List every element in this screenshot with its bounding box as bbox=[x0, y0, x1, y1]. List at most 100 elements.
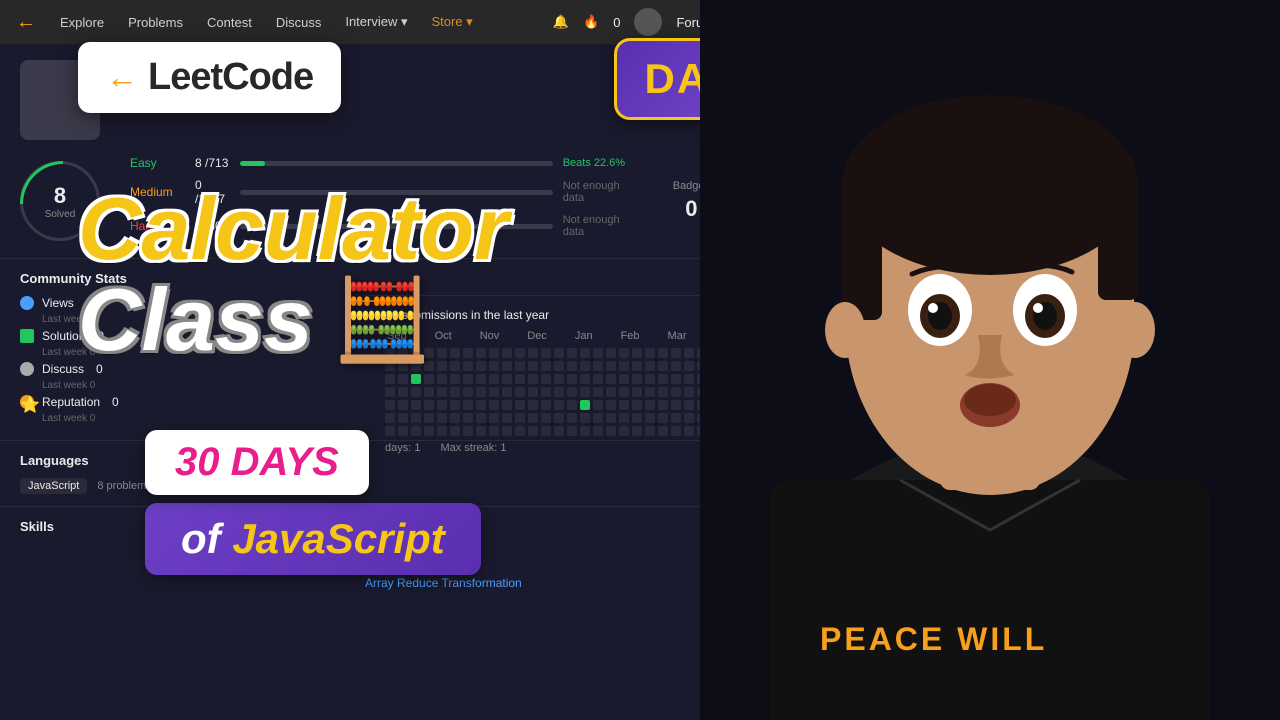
top-nav: ← Explore Problems Contest Discuss Inter… bbox=[0, 0, 730, 44]
heatmap-cell bbox=[541, 348, 551, 358]
heatmap-cell bbox=[476, 387, 486, 397]
heatmap-cell bbox=[593, 348, 603, 358]
heatmap-cell bbox=[385, 361, 395, 371]
heatmap-cell bbox=[541, 400, 551, 410]
heatmap-cell bbox=[567, 348, 577, 358]
heatmap-cell bbox=[632, 348, 642, 358]
heatmap-cell bbox=[398, 361, 408, 371]
nav-store[interactable]: Store ▾ bbox=[431, 14, 472, 30]
heatmap-cell bbox=[424, 426, 434, 436]
month-mar: Mar bbox=[668, 330, 687, 342]
diff-easy-beats: Beats 22.6% bbox=[563, 157, 643, 169]
month-dec: Dec bbox=[527, 330, 547, 342]
heatmap-cell bbox=[554, 361, 564, 371]
heatmap-cell bbox=[463, 387, 473, 397]
heatmap-cell bbox=[606, 387, 616, 397]
heatmap-cell bbox=[528, 426, 538, 436]
heatmap-col bbox=[450, 348, 460, 436]
stat-reputation-value: 0 bbox=[112, 395, 119, 409]
lang-js-tag: JavaScript bbox=[20, 478, 87, 494]
heatmap-cell bbox=[684, 426, 694, 436]
heatmap-cell bbox=[476, 413, 486, 423]
heatmap-cell bbox=[632, 361, 642, 371]
person-overlay: PEACE WILL bbox=[700, 0, 1280, 720]
nav-contest[interactable]: Contest bbox=[207, 15, 252, 30]
heatmap-cell bbox=[450, 374, 460, 384]
recent-problem-area: Array Reduce Transformation bbox=[365, 574, 522, 592]
recent-problem-title[interactable]: Array Reduce Transformation bbox=[365, 576, 522, 590]
heatmap-grid bbox=[385, 348, 700, 436]
heatmap-cell bbox=[645, 413, 655, 423]
diff-medium-nodata: Not enough data bbox=[563, 180, 643, 204]
heatmap-cell bbox=[658, 413, 668, 423]
solved-label: Solved bbox=[45, 209, 76, 220]
stats-area: 8 Solved Easy 8 /713 Beats 22.6% Medium … bbox=[0, 156, 730, 258]
heatmap-col bbox=[411, 348, 421, 436]
heatmap-cell bbox=[450, 400, 460, 410]
heatmap-cell bbox=[411, 348, 421, 358]
heatmap-cell bbox=[398, 426, 408, 436]
heatmap-cell bbox=[489, 426, 499, 436]
diff-easy-count: 8 /713 bbox=[195, 156, 230, 170]
bell-icon[interactable]: 🔔 bbox=[553, 14, 569, 30]
svg-text:PEACE WILL: PEACE WILL bbox=[820, 621, 1047, 657]
heatmap-cell bbox=[580, 361, 590, 371]
heatmap-cell bbox=[385, 400, 395, 410]
heatmap-cell bbox=[424, 400, 434, 410]
heatmap-col bbox=[684, 348, 694, 436]
heatmap-cell bbox=[632, 413, 642, 423]
tab-solutions[interactable]: Solutions bbox=[365, 522, 418, 551]
heatmap-cell bbox=[541, 413, 551, 423]
heatmap-cell bbox=[515, 387, 525, 397]
heatmap-cell bbox=[632, 387, 642, 397]
heatmap-cell bbox=[502, 361, 512, 371]
heatmap-cell bbox=[645, 374, 655, 384]
heatmap-cell bbox=[554, 348, 564, 358]
nav-explore[interactable]: Explore bbox=[60, 15, 104, 30]
nav-logo-icon[interactable]: ← bbox=[16, 11, 36, 34]
heatmap-cell bbox=[554, 374, 564, 384]
nav-discuss[interactable]: Discuss bbox=[276, 15, 322, 30]
heatmap-cell bbox=[515, 374, 525, 384]
heatmap-cell bbox=[593, 413, 603, 423]
heatmap-cell bbox=[411, 374, 421, 384]
heatmap-cell bbox=[645, 400, 655, 410]
edit-profile-button[interactable]: Edit Profile bbox=[120, 81, 199, 103]
stat-views-name: Views bbox=[42, 296, 74, 310]
heatmap-cell bbox=[658, 374, 668, 384]
heatmap-cell bbox=[606, 400, 616, 410]
heatmap-cell bbox=[489, 361, 499, 371]
heatmap-cell bbox=[528, 413, 538, 423]
heatmap-cell bbox=[580, 348, 590, 358]
heatmap-col bbox=[385, 348, 395, 436]
heatmap-cell bbox=[658, 348, 668, 358]
heatmap-cell bbox=[398, 348, 408, 358]
nav-interview[interactable]: Interview ▾ bbox=[345, 14, 407, 30]
heatmap-cell bbox=[502, 413, 512, 423]
diff-medium-bar-bg bbox=[240, 190, 553, 195]
solved-number: 8 bbox=[54, 183, 66, 209]
diff-easy-row: Easy 8 /713 Beats 22.6% bbox=[130, 156, 643, 170]
heatmap-cell bbox=[476, 400, 486, 410]
diff-medium-label: Medium bbox=[130, 185, 185, 199]
heatmap-cell bbox=[658, 426, 668, 436]
heatmap-area: 16 submissions in the last year Sep Oct … bbox=[365, 295, 720, 466]
nav-problems[interactable]: Problems bbox=[128, 15, 183, 30]
stat-discuss-name: Discuss bbox=[42, 362, 84, 376]
heatmap-cell bbox=[437, 374, 447, 384]
heatmap-cell bbox=[606, 413, 616, 423]
heatmap-cell bbox=[593, 400, 603, 410]
bg-leetcode: ← Explore Problems Contest Discuss Inter… bbox=[0, 0, 730, 720]
heatmap-cell bbox=[515, 361, 525, 371]
heatmap-cell bbox=[671, 374, 681, 384]
avatar[interactable] bbox=[634, 8, 662, 36]
heatmap-cell bbox=[567, 374, 577, 384]
heatmap-cell bbox=[515, 426, 525, 436]
heatmap-cell bbox=[515, 400, 525, 410]
reputation-icon: ⭐ bbox=[20, 395, 34, 409]
heatmap-cell bbox=[424, 348, 434, 358]
heatmap-cell bbox=[606, 361, 616, 371]
heatmap-cell bbox=[541, 387, 551, 397]
diff-hard-count: 0 /306 bbox=[195, 219, 230, 233]
heatmap-cell bbox=[671, 348, 681, 358]
